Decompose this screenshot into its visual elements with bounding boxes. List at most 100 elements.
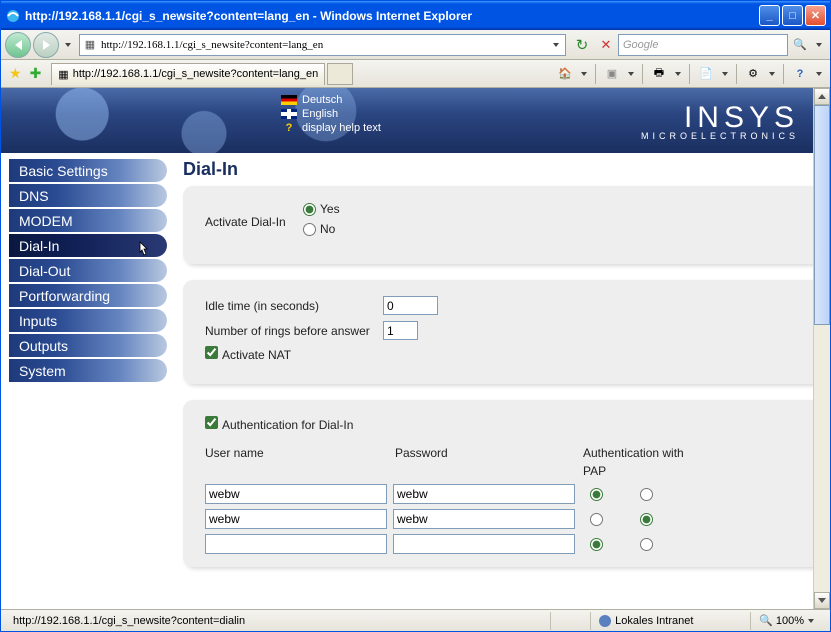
radio-yes-input[interactable] bbox=[303, 203, 316, 216]
input-password[interactable] bbox=[393, 484, 575, 504]
home-button[interactable]: 🏠 bbox=[554, 63, 576, 85]
sidebar-item-dial-out[interactable]: Dial-Out bbox=[9, 259, 167, 282]
checkbox-nat[interactable]: Activate NAT bbox=[205, 346, 291, 362]
help-icon: ? bbox=[281, 122, 297, 134]
radio-no-label: No bbox=[320, 222, 335, 236]
radio-no-input[interactable] bbox=[303, 223, 316, 236]
input-rings[interactable] bbox=[383, 321, 418, 340]
radio-pap[interactable] bbox=[590, 538, 603, 551]
refresh-button[interactable]: ↻ bbox=[571, 34, 593, 56]
window-title: http://192.168.1.1/cgi_s_newsite?content… bbox=[25, 9, 759, 23]
page-menu-dropdown[interactable] bbox=[722, 72, 728, 76]
brand-main: INSYS bbox=[684, 101, 799, 135]
col-password: Password bbox=[395, 446, 583, 460]
browser-tab[interactable]: ▦ http://192.168.1.1/cgi_s_newsite?conte… bbox=[51, 63, 325, 85]
page-banner: Deutsch English ? display help text INSY… bbox=[1, 88, 813, 153]
sidebar-item-system[interactable]: System bbox=[9, 359, 167, 382]
input-username[interactable] bbox=[205, 509, 387, 529]
help-dropdown[interactable] bbox=[816, 72, 822, 76]
favorites-icon[interactable]: ★ bbox=[9, 65, 22, 82]
stop-button[interactable]: ✕ bbox=[595, 34, 617, 56]
status-zone-label: Lokales Intranet bbox=[615, 615, 693, 627]
label-activate: Activate Dial-In bbox=[205, 215, 303, 229]
back-button[interactable] bbox=[5, 32, 31, 58]
radio-pap[interactable] bbox=[590, 488, 603, 501]
flag-de-icon bbox=[281, 95, 297, 105]
flag-en-icon bbox=[281, 109, 297, 119]
sidebar-item-modem[interactable]: MODEM bbox=[9, 209, 167, 232]
tools-button[interactable]: ⚙ bbox=[742, 63, 764, 85]
panel-authentication: Authentication for Dial-In User name Pas… bbox=[183, 400, 813, 567]
home-dropdown[interactable] bbox=[581, 72, 587, 76]
status-bar: http://192.168.1.1/cgi_s_newsite?content… bbox=[1, 609, 830, 631]
sidebar-item-inputs[interactable]: Inputs bbox=[9, 309, 167, 332]
checkbox-auth-input[interactable] bbox=[205, 416, 218, 429]
input-username[interactable] bbox=[205, 484, 387, 504]
vertical-scrollbar[interactable] bbox=[813, 88, 830, 609]
radio-chap[interactable] bbox=[640, 538, 653, 551]
feeds-dropdown[interactable] bbox=[628, 72, 634, 76]
radio-chap[interactable] bbox=[640, 513, 653, 526]
search-button[interactable]: 🔍 bbox=[789, 34, 811, 56]
print-button[interactable]: 🖶 bbox=[648, 63, 670, 85]
page-menu-button[interactable]: 📄 bbox=[695, 63, 717, 85]
address-bar[interactable]: ▦ bbox=[79, 34, 566, 56]
sidebar-item-basic-settings[interactable]: Basic Settings bbox=[9, 159, 167, 182]
radio-yes-label: Yes bbox=[320, 202, 340, 216]
close-button[interactable]: ✕ bbox=[805, 5, 826, 26]
address-dropdown[interactable] bbox=[553, 43, 559, 47]
lang-german-label: Deutsch bbox=[302, 94, 342, 106]
status-zoom-label: 100% bbox=[776, 615, 804, 627]
sidebar-item-dns[interactable]: DNS bbox=[9, 184, 167, 207]
minimize-button[interactable]: _ bbox=[759, 5, 780, 26]
status-zoom[interactable]: 🔍 100% bbox=[751, 612, 826, 630]
input-username[interactable] bbox=[205, 534, 387, 554]
zone-icon bbox=[599, 615, 611, 627]
panel-connection: Idle time (in seconds) Number of rings b… bbox=[183, 280, 813, 384]
nav-history-dropdown[interactable] bbox=[65, 43, 71, 47]
col-pap: PAP bbox=[583, 464, 633, 478]
scroll-down-button[interactable] bbox=[814, 592, 830, 609]
tools-dropdown[interactable] bbox=[769, 72, 775, 76]
checkbox-auth[interactable]: Authentication for Dial-In bbox=[205, 416, 353, 432]
maximize-button[interactable]: □ bbox=[782, 5, 803, 26]
radio-pap[interactable] bbox=[590, 513, 603, 526]
help-button[interactable]: ? bbox=[789, 63, 811, 85]
zoom-dropdown[interactable] bbox=[808, 619, 814, 623]
navigation-toolbar: ▦ ↻ ✕ Google 🔍 bbox=[1, 30, 830, 60]
sidebar-item-outputs[interactable]: Outputs bbox=[9, 334, 167, 357]
input-password[interactable] bbox=[393, 509, 575, 529]
lang-german-link[interactable]: Deutsch bbox=[281, 94, 381, 106]
brand-logo: INSYS MICROELECTRONICS bbox=[641, 88, 813, 153]
new-tab-button[interactable] bbox=[327, 63, 353, 85]
checkbox-nat-label: Activate NAT bbox=[222, 348, 291, 362]
help-link[interactable]: ? display help text bbox=[281, 122, 381, 134]
input-idle-time[interactable] bbox=[383, 296, 438, 315]
status-zone: Lokales Intranet bbox=[591, 612, 751, 630]
sidebar-item-portforwarding[interactable]: Portforwarding bbox=[9, 284, 167, 307]
panel-activate: Activate Dial-In Yes No bbox=[183, 186, 813, 264]
sidebar-item-dial-in[interactable]: Dial-In bbox=[9, 234, 167, 257]
radio-chap[interactable] bbox=[640, 488, 653, 501]
scroll-thumb[interactable] bbox=[814, 105, 830, 325]
search-placeholder: Google bbox=[623, 39, 658, 51]
search-provider-dropdown[interactable] bbox=[816, 43, 822, 47]
radio-yes[interactable]: Yes bbox=[303, 202, 340, 216]
print-dropdown[interactable] bbox=[675, 72, 681, 76]
add-favorite-icon[interactable]: ✚ bbox=[30, 65, 42, 82]
radio-no[interactable]: No bbox=[303, 222, 335, 236]
search-box[interactable]: Google bbox=[618, 34, 788, 56]
scroll-up-button[interactable] bbox=[814, 88, 830, 105]
checkbox-nat-input[interactable] bbox=[205, 346, 218, 359]
checkbox-auth-label: Authentication for Dial-In bbox=[222, 418, 353, 432]
feeds-button[interactable]: ▣ bbox=[601, 63, 623, 85]
address-input[interactable] bbox=[101, 39, 549, 51]
scroll-track[interactable] bbox=[814, 105, 830, 592]
ie-icon bbox=[5, 8, 21, 24]
content-area: Deutsch English ? display help text INSY… bbox=[1, 88, 830, 609]
zoom-icon: 🔍 bbox=[759, 614, 773, 627]
lang-english-link[interactable]: English bbox=[281, 108, 381, 120]
input-password[interactable] bbox=[393, 534, 575, 554]
forward-button[interactable] bbox=[33, 32, 59, 58]
tabs-toolbar: ★ ✚ ▦ http://192.168.1.1/cgi_s_newsite?c… bbox=[1, 60, 830, 88]
